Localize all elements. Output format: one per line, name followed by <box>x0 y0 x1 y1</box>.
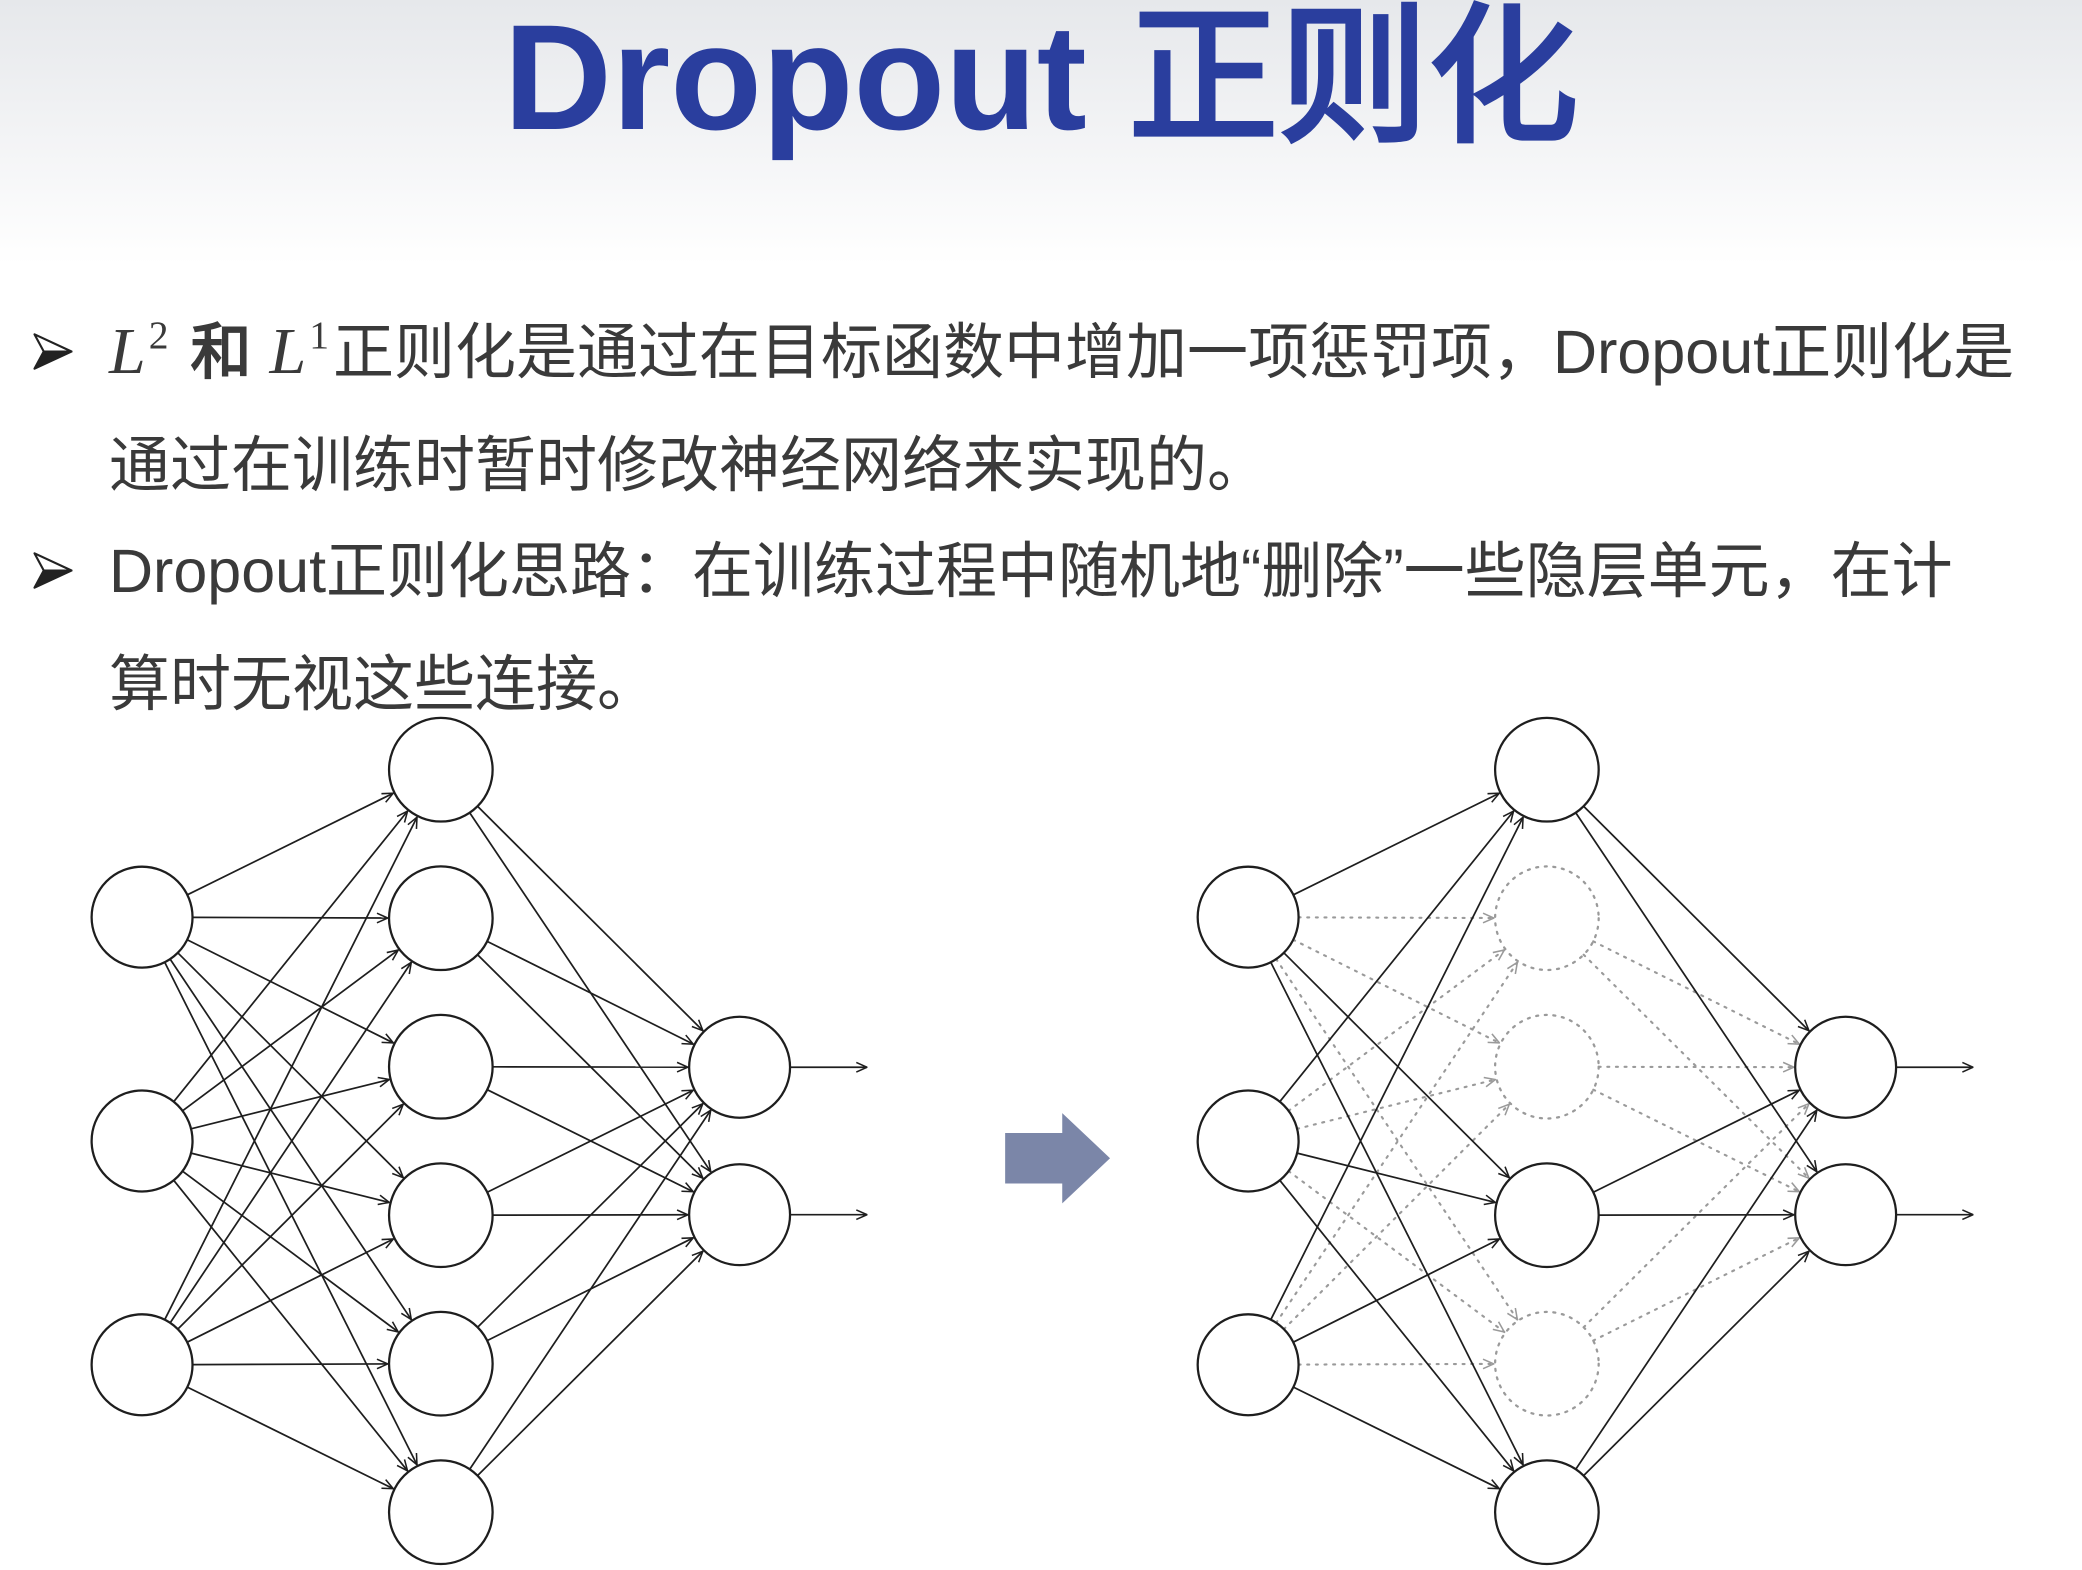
connection <box>1270 817 1523 1321</box>
dropped-connection <box>1297 917 1495 918</box>
connection <box>1582 805 1809 1030</box>
hidden-node <box>1493 1459 1600 1566</box>
hidden-node <box>387 716 494 823</box>
bullet-text: Dropout正则化思路：在训练过程中随机地“删除”一些隐层单元，在计 <box>109 537 1953 605</box>
connection <box>163 817 417 1321</box>
math-symbol-l2: L2 <box>109 313 169 388</box>
input-node <box>1196 1313 1300 1417</box>
right-arrow-icon <box>1005 1113 1111 1204</box>
bullet-text: 正则化是通过在目标函数中增加一项惩罚项，Dropout正则化是 <box>333 318 2015 386</box>
hidden-node <box>387 1013 494 1120</box>
connection <box>1296 1152 1495 1202</box>
input-node <box>1196 1089 1300 1193</box>
dropped-connection <box>1292 938 1499 1045</box>
connection <box>1293 793 1499 896</box>
connection <box>190 1080 389 1130</box>
arrowhead-bullet-icon <box>33 552 73 589</box>
connection <box>186 1386 393 1489</box>
math-base: L <box>109 315 146 388</box>
network-diagram <box>90 716 2082 1566</box>
conjunction-text: 和 <box>190 318 252 386</box>
dropped-connection <box>1275 962 1517 1324</box>
bullet-text: 通过在训练时暂时修改神经网络来实现的。 <box>109 431 1269 499</box>
connection <box>1575 1110 1817 1470</box>
bullet-line: L2 和 L1正则化是通过在目标函数中增加一项惩罚项，Dropout正则化是 <box>109 312 2014 392</box>
hidden-node <box>387 1162 494 1269</box>
hidden-node <box>1493 1162 1600 1269</box>
bullet-line: 算时无视这些连接。 <box>109 644 658 724</box>
connection <box>190 1152 389 1202</box>
input-node <box>1196 865 1300 969</box>
connection <box>1293 1386 1499 1489</box>
dropped-hidden-node <box>1493 1310 1600 1417</box>
output-node <box>688 1163 792 1267</box>
slide: Dropout 正则化 L2 和 L1正则化是通过在目标函数中增加一项惩罚项，Dro… <box>0 0 2082 1570</box>
connection <box>476 805 703 1030</box>
connection <box>1575 812 1817 1172</box>
connection <box>192 1364 388 1365</box>
math-superscript: 2 <box>148 313 169 358</box>
dropped-connection <box>1297 1364 1495 1365</box>
connection <box>169 962 411 1324</box>
dropout-network <box>1196 716 1973 1566</box>
hidden-node <box>387 1459 494 1566</box>
dropped-connection <box>1287 1170 1505 1332</box>
connection <box>476 1251 703 1477</box>
hidden-node <box>1493 716 1600 823</box>
connection <box>1279 811 1514 1103</box>
connection <box>173 811 408 1103</box>
connection <box>486 940 693 1044</box>
hidden-node <box>387 865 494 972</box>
output-node <box>1794 1163 1898 1267</box>
dropped-hidden-node <box>1493 1013 1600 1120</box>
connection <box>1582 1251 1809 1477</box>
math-base: L <box>269 315 307 388</box>
connection <box>163 961 417 1464</box>
input-node <box>90 865 194 969</box>
math-superscript: 1 <box>309 313 330 358</box>
connection <box>1270 961 1523 1464</box>
bullet-text: 算时无视这些连接。 <box>109 650 659 718</box>
hidden-node <box>387 1310 494 1417</box>
connection <box>169 958 411 1319</box>
bullet-line: Dropout正则化思路：在训练过程中随机地“删除”一些隐层单元，在计 <box>109 531 1953 611</box>
dropped-connection <box>1275 958 1517 1319</box>
dropped-connection <box>1296 1080 1495 1130</box>
connection <box>186 938 393 1043</box>
input-node <box>90 1313 194 1417</box>
math-symbol-l1: L1 <box>269 313 330 388</box>
connection <box>468 1110 711 1470</box>
connection <box>186 793 393 896</box>
input-node <box>90 1089 194 1193</box>
arrowhead-bullet-icon <box>33 333 73 370</box>
connection <box>173 1179 408 1471</box>
connection <box>192 917 388 918</box>
connection <box>1279 1179 1514 1471</box>
output-node <box>1794 1015 1898 1119</box>
bullet-line: 通过在训练时暂时修改神经网络来实现的。 <box>109 425 1268 505</box>
connection <box>186 1239 393 1343</box>
output-node <box>688 1015 792 1119</box>
connection <box>1292 1239 1499 1343</box>
full-network <box>90 716 867 1566</box>
